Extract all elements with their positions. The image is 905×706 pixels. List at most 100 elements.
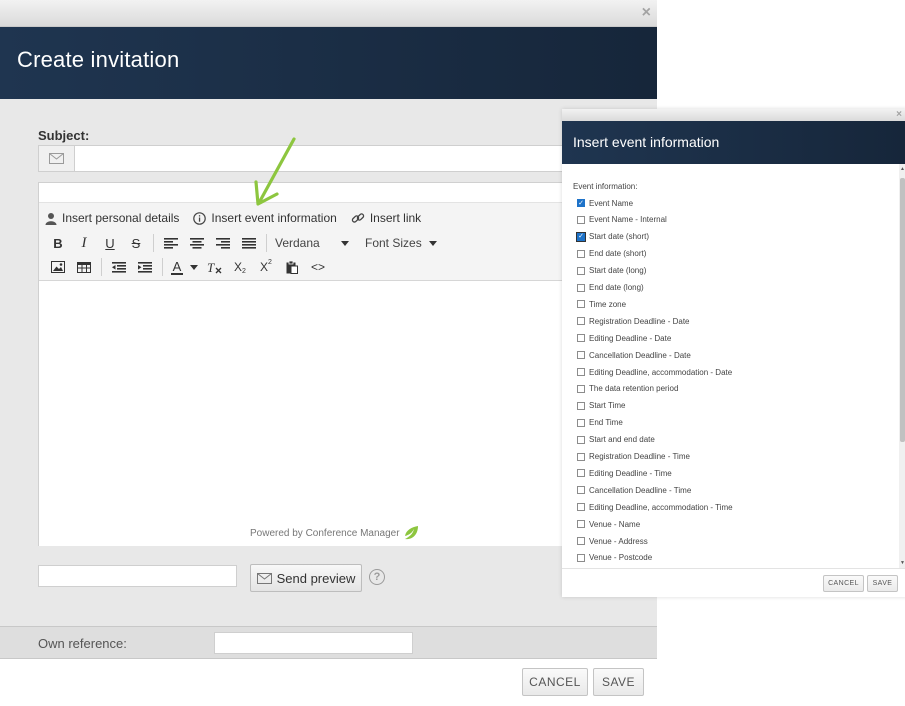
event-option-checkbox[interactable]: ✓ <box>577 199 585 207</box>
event-option-checkbox[interactable] <box>577 334 585 343</box>
event-option-label: Venue - Name <box>589 519 641 529</box>
own-reference-input[interactable] <box>214 632 413 654</box>
scroll-down-icon[interactable]: ▼ <box>900 560 905 566</box>
event-option-checkbox[interactable] <box>577 537 585 545</box>
chevron-down-icon <box>190 264 198 270</box>
event-option-label: End Time <box>589 418 623 428</box>
envelope-icon <box>256 572 272 584</box>
paste-button[interactable] <box>279 256 305 278</box>
insert-event-information-button[interactable]: Insert event information <box>193 211 337 225</box>
event-option-checkbox[interactable] <box>577 266 585 275</box>
event-option-item[interactable]: ✓ Event Name <box>577 197 633 209</box>
cancel-button[interactable]: CANCEL <box>823 575 864 592</box>
close-icon[interactable]: × <box>896 109 902 121</box>
event-information-label: Event information: <box>573 182 638 191</box>
scrollbar[interactable]: ▲ ▼ <box>899 164 905 568</box>
outdent-button[interactable] <box>106 256 132 278</box>
italic-button[interactable]: I <box>71 232 97 254</box>
event-option-checkbox[interactable] <box>577 520 585 529</box>
superscript-button[interactable]: X 2 <box>253 256 279 278</box>
event-option-item[interactable]: Venue - Name <box>577 518 640 530</box>
event-option-item[interactable]: Cancellation Deadline - Time <box>577 484 691 496</box>
scrollbar-thumb[interactable] <box>900 178 905 442</box>
preview-email-input[interactable] <box>38 565 237 587</box>
bold-button[interactable]: B <box>45 232 71 254</box>
font-color-dropdown[interactable] <box>187 256 201 278</box>
event-option-label: End date (long) <box>589 283 644 292</box>
event-option-checkbox[interactable] <box>577 368 585 376</box>
event-option-item[interactable]: Editing Deadline, accommodation - Time <box>577 501 733 513</box>
editor-content-area[interactable] <box>39 282 577 546</box>
event-option-checkbox[interactable] <box>577 401 585 410</box>
align-justify-button[interactable] <box>236 232 262 254</box>
send-preview-button[interactable]: Send preview <box>250 564 362 592</box>
cancel-button[interactable]: CANCEL <box>522 668 588 696</box>
event-option-item[interactable]: End date (short) <box>577 248 646 260</box>
event-option-item[interactable]: Venue - Postcode <box>577 552 652 564</box>
font-family-value: Verdana <box>275 236 320 250</box>
font-family-select[interactable]: Verdana <box>271 236 353 250</box>
insert-image-button[interactable] <box>45 256 71 278</box>
event-option-checkbox[interactable] <box>577 351 585 360</box>
event-option-item[interactable]: ✓ Start date (short) <box>576 231 649 243</box>
insert-link-button[interactable]: Insert link <box>351 211 421 225</box>
event-option-item[interactable]: Editing Deadline - Date <box>577 332 671 344</box>
event-option-checkbox[interactable] <box>577 300 585 309</box>
toolbar-row-insert: Insert personal details Insert event inf… <box>45 207 435 229</box>
align-center-button[interactable] <box>184 232 210 254</box>
help-icon[interactable]: ? <box>369 569 385 585</box>
event-option-item[interactable]: Event Name - Internal <box>577 214 667 226</box>
insert-table-button[interactable] <box>71 256 97 278</box>
event-option-item[interactable]: The data retention period <box>577 383 678 395</box>
event-option-checkbox[interactable] <box>577 503 585 512</box>
underline-button[interactable]: U <box>97 232 123 254</box>
insert-personal-details-button[interactable]: Insert personal details <box>45 211 179 225</box>
event-option-checkbox[interactable] <box>577 435 585 444</box>
event-option-item[interactable]: Venue - Address <box>577 535 648 547</box>
align-justify-icon <box>242 237 256 249</box>
save-button[interactable]: SAVE <box>593 668 644 696</box>
event-option-checkbox[interactable] <box>577 317 585 326</box>
leaf-logo-icon <box>404 526 418 540</box>
event-option-item[interactable]: End date (long) <box>577 282 644 294</box>
indent-button[interactable] <box>132 256 158 278</box>
event-option-checkbox[interactable] <box>577 384 585 393</box>
event-option-item[interactable]: Editing Deadline, accommodation - Date <box>577 366 732 378</box>
event-option-item[interactable]: End Time <box>577 417 623 429</box>
subscript-button[interactable]: X 2 <box>227 256 253 278</box>
align-left-button[interactable] <box>158 232 184 254</box>
strikethrough-button[interactable]: S <box>123 232 149 254</box>
event-option-checkbox[interactable] <box>577 452 585 461</box>
event-option-item[interactable]: Cancellation Deadline - Date <box>577 349 691 361</box>
event-option-item[interactable]: Editing Deadline - Time <box>577 467 672 479</box>
toolbar-divider <box>162 258 163 276</box>
scroll-up-icon[interactable]: ▲ <box>900 166 905 172</box>
chevron-down-icon <box>429 240 437 246</box>
align-right-button[interactable] <box>210 232 236 254</box>
save-button[interactable]: SAVE <box>867 575 898 592</box>
subject-input[interactable] <box>76 146 576 171</box>
event-option-item[interactable]: Start and end date <box>577 434 655 446</box>
insert-personal-details-label: Insert personal details <box>62 211 180 225</box>
event-option-checkbox[interactable] <box>577 418 585 427</box>
event-option-item[interactable]: Time zone <box>577 298 626 310</box>
event-option-checkbox[interactable] <box>577 249 585 258</box>
font-color-letter: A <box>172 258 182 274</box>
clear-formatting-button[interactable]: T <box>201 256 227 278</box>
event-option-item[interactable]: Registration Deadline - Time <box>577 451 690 463</box>
event-option-item[interactable]: Registration Deadline - Date <box>577 315 690 327</box>
superscript-mark: 2 <box>268 258 272 266</box>
event-option-checkbox[interactable] <box>577 215 585 224</box>
close-icon[interactable]: × <box>642 4 651 22</box>
person-icon <box>45 212 57 225</box>
event-option-checkbox[interactable] <box>577 469 585 478</box>
font-color-button[interactable]: A <box>167 256 187 278</box>
event-option-checkbox[interactable] <box>577 486 585 495</box>
source-code-button[interactable]: <> <box>305 256 331 278</box>
event-option-checkbox[interactable]: ✓ <box>576 231 586 242</box>
event-option-checkbox[interactable] <box>577 553 585 562</box>
event-option-item[interactable]: Start date (long) <box>577 265 646 277</box>
font-size-select[interactable]: Font Sizes <box>353 236 441 250</box>
event-option-checkbox[interactable] <box>577 283 585 292</box>
event-option-item[interactable]: Start Time <box>577 400 625 412</box>
